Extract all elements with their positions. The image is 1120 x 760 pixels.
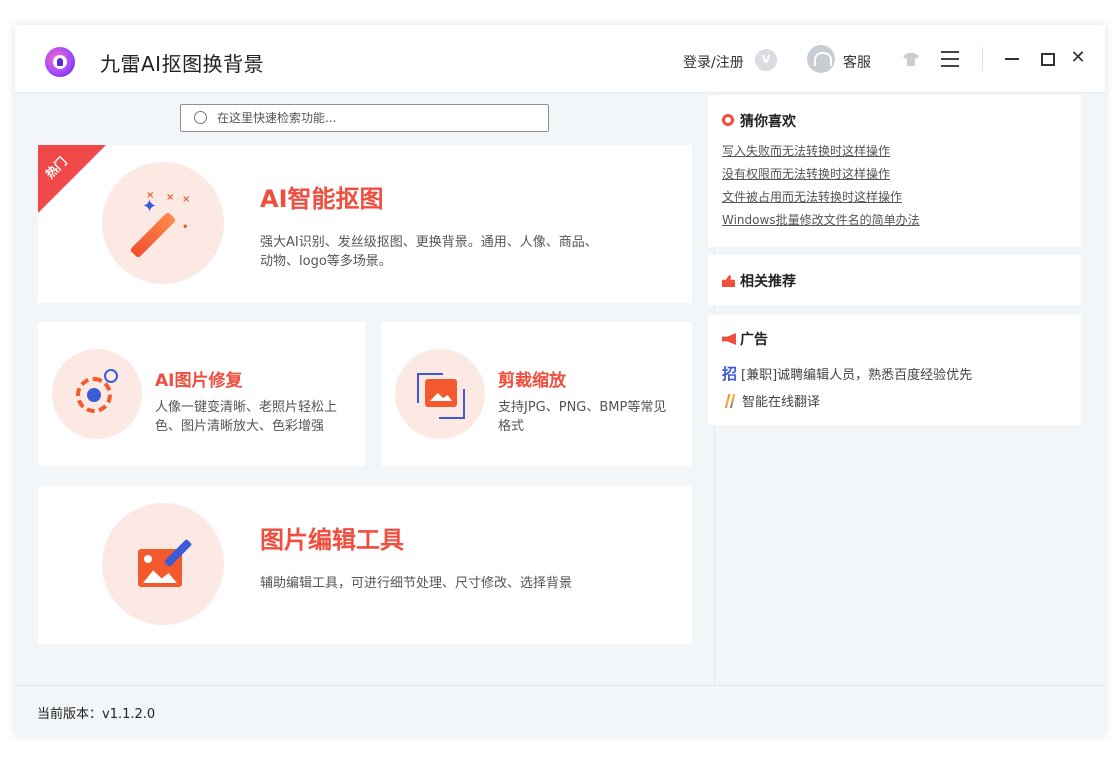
- vip-icon[interactable]: V: [755, 49, 777, 71]
- feature-desc-matting: 强大AI识别、发丝级抠图、更换背景。通用、人像、商品、动物、logo等多场景。: [260, 235, 598, 269]
- hot-ribbon: [38, 145, 106, 213]
- feature-card-matting[interactable]: 热门 ✦ × × × • AI智能抠图 强大AI识别、发丝级抠图、更换背景。通用…: [38, 145, 692, 303]
- crop-icon: [395, 349, 485, 439]
- ad-label: 智能在线翻译: [742, 395, 821, 410]
- search-input[interactable]: [217, 109, 537, 127]
- feature-title-matting: AI智能抠图: [260, 185, 384, 213]
- ads-panel: 广告 招 [兼职]诚聘编辑人员，熟悉百度经验优先 智能在线翻译: [708, 315, 1081, 425]
- feature-card-crop[interactable]: 剪裁缩放 支持JPG、PNG、BMP等常见格式: [381, 322, 692, 466]
- title-bar: 九雷AI抠图换背景 登录/注册 V 客服 ✕: [15, 25, 1105, 93]
- guess-link[interactable]: Windows批量修改文件名的简单办法: [722, 211, 920, 228]
- login-register-link[interactable]: 登录/注册: [683, 52, 744, 72]
- megaphone-icon: [722, 333, 736, 345]
- heart-icon: [722, 114, 734, 126]
- ad-label: [兼职]诚聘编辑人员，熟悉百度经验优先: [741, 368, 973, 383]
- feature-card-repair[interactable]: AI图片修复 人像一键变清晰、老照片轻松上色、图片清晰放大、色彩增强: [38, 322, 365, 466]
- thumbs-up-icon: [722, 275, 735, 287]
- divider: [982, 47, 983, 71]
- guess-link[interactable]: 文件被占用而无法转换时这样操作: [722, 188, 902, 205]
- magic-wand-icon: ✦ × × × •: [102, 162, 224, 284]
- translate-icon: [724, 394, 736, 408]
- version-label: 当前版本：v1.1.2.0: [37, 707, 156, 722]
- ads-title: 广告: [740, 332, 768, 348]
- feature-desc-repair: 人像一键变清晰、老照片轻松上色、图片清晰放大、色彩增强: [155, 400, 338, 434]
- guess-link[interactable]: 写入失败而无法转换时这样操作: [722, 142, 890, 159]
- recruit-icon: 招: [722, 365, 738, 383]
- related-panel: 相关推荐: [708, 255, 1081, 305]
- gear-repair-icon: [52, 349, 142, 439]
- menu-icon[interactable]: [941, 51, 959, 67]
- status-bar: 当前版本：v1.1.2.0: [15, 685, 1105, 735]
- search-box[interactable]: [180, 104, 549, 132]
- headset-icon[interactable]: [807, 45, 835, 73]
- app-title: 九雷AI抠图换背景: [100, 52, 265, 76]
- skin-icon[interactable]: [903, 53, 919, 66]
- maximize-button[interactable]: [1033, 45, 1059, 71]
- ad-item-translate[interactable]: 智能在线翻译: [722, 391, 820, 410]
- related-title: 相关推荐: [740, 274, 796, 290]
- search-icon: [194, 111, 207, 124]
- ad-item-recruit[interactable]: 招 [兼职]诚聘编辑人员，熟悉百度经验优先: [722, 363, 972, 384]
- feature-title-crop: 剪裁缩放: [498, 371, 566, 391]
- feature-desc-edit: 辅助编辑工具，可进行细节处理、尺寸修改、选择背景: [260, 576, 573, 591]
- minimize-button[interactable]: [999, 45, 1025, 71]
- main-content: 热门 ✦ × × × • AI智能抠图 强大AI识别、发丝级抠图、更换背景。通用…: [15, 93, 714, 685]
- guess-title: 猜你喜欢: [740, 114, 796, 130]
- feature-card-edit[interactable]: 图片编辑工具 辅助编辑工具，可进行细节处理、尺寸修改、选择背景: [38, 486, 692, 644]
- image-edit-icon: [102, 503, 224, 625]
- feature-desc-crop: 支持JPG、PNG、BMP等常见格式: [498, 400, 667, 434]
- guess-panel: 猜你喜欢 写入失败而无法转换时这样操作 没有权限而无法转换时这样操作 文件被占用…: [708, 95, 1081, 247]
- feature-title-edit: 图片编辑工具: [260, 526, 404, 554]
- customer-service-link[interactable]: 客服: [843, 52, 871, 72]
- app-logo-icon: [45, 47, 75, 77]
- feature-title-repair: AI图片修复: [155, 371, 243, 391]
- guess-link[interactable]: 没有权限而无法转换时这样操作: [722, 165, 890, 182]
- close-button[interactable]: ✕: [1065, 45, 1091, 71]
